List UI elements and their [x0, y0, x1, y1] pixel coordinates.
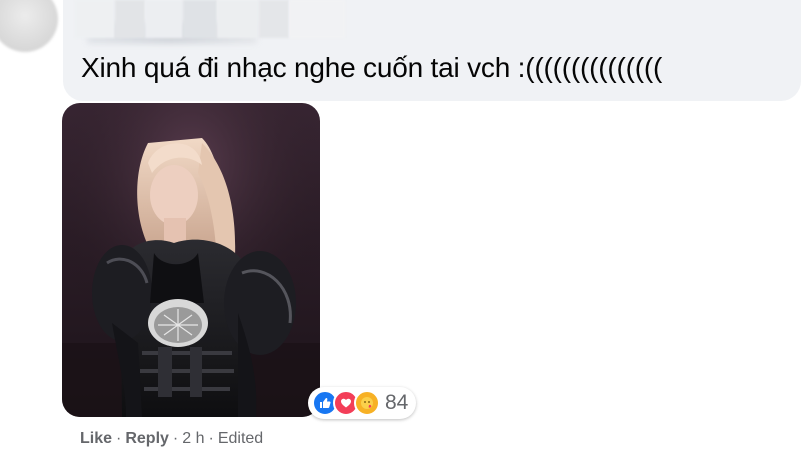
separator-dot: ·	[208, 430, 214, 447]
reaction-count: 84	[385, 391, 409, 414]
like-link[interactable]: Like	[80, 430, 112, 448]
separator-dot: ·	[116, 430, 122, 447]
comment-actions: Like · Reply · 2 h · Edited	[80, 430, 263, 448]
edited-label[interactable]: Edited	[218, 430, 263, 448]
timestamp-link[interactable]: 2 h	[182, 430, 204, 448]
reply-link[interactable]: Reply	[125, 430, 169, 448]
comment-photo[interactable]	[62, 103, 320, 417]
pixelated-censor	[75, 0, 345, 38]
avatar[interactable]	[0, 0, 58, 52]
comment-text: Xinh quá đi nhạc nghe cuốn tai vch :((((…	[81, 52, 663, 83]
care-icon	[354, 390, 380, 416]
reactions-summary[interactable]: 84	[308, 387, 417, 419]
photo-illustration	[62, 103, 320, 417]
separator-dot: ·	[172, 430, 179, 447]
